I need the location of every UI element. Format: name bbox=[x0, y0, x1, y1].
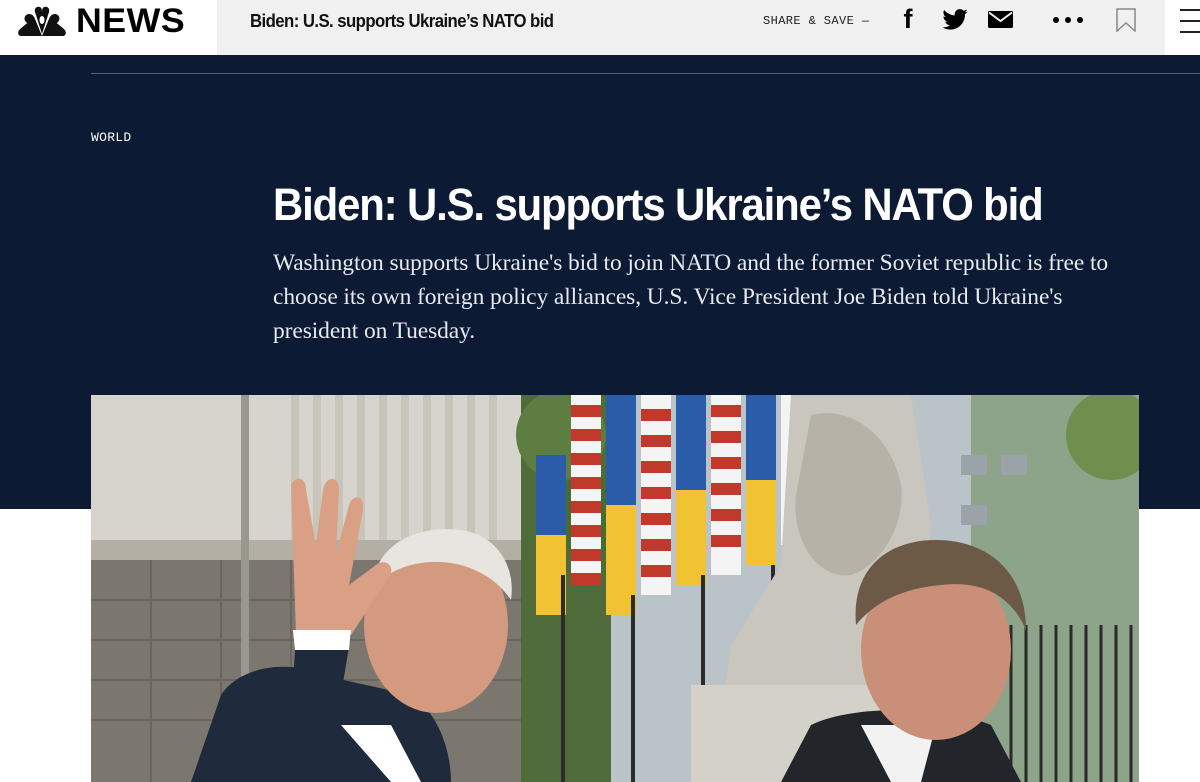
twitter-icon[interactable] bbox=[941, 8, 969, 30]
facebook-icon[interactable]: f bbox=[896, 5, 920, 33]
section-label[interactable]: WORLD bbox=[91, 131, 132, 145]
bookmark-icon[interactable] bbox=[1116, 7, 1136, 33]
hamburger-menu-icon[interactable] bbox=[1180, 9, 1200, 33]
article-dek: Washington supports Ukraine's bid to joi… bbox=[273, 250, 1109, 344]
nbc-peacock-logo[interactable] bbox=[18, 6, 66, 36]
brand-wordmark[interactable]: NEWS bbox=[76, 3, 185, 39]
sticky-article-title: Biden: U.S. supports Ukraine’s NATO bid bbox=[250, 11, 554, 31]
brand-area[interactable]: NEWS bbox=[0, 0, 217, 55]
share-and-save-label[interactable]: SHARE & SAVE — bbox=[763, 14, 869, 28]
more-options-icon[interactable] bbox=[1050, 12, 1086, 28]
article-headline: Biden: U.S. supports Ukraine’s NATO bid bbox=[273, 179, 1044, 230]
email-icon[interactable] bbox=[987, 10, 1013, 28]
top-navigation-bar: NEWS Biden: U.S. supports Ukraine’s NATO… bbox=[0, 0, 1200, 55]
divider bbox=[91, 73, 1200, 74]
article-lead-photo bbox=[91, 395, 1139, 782]
